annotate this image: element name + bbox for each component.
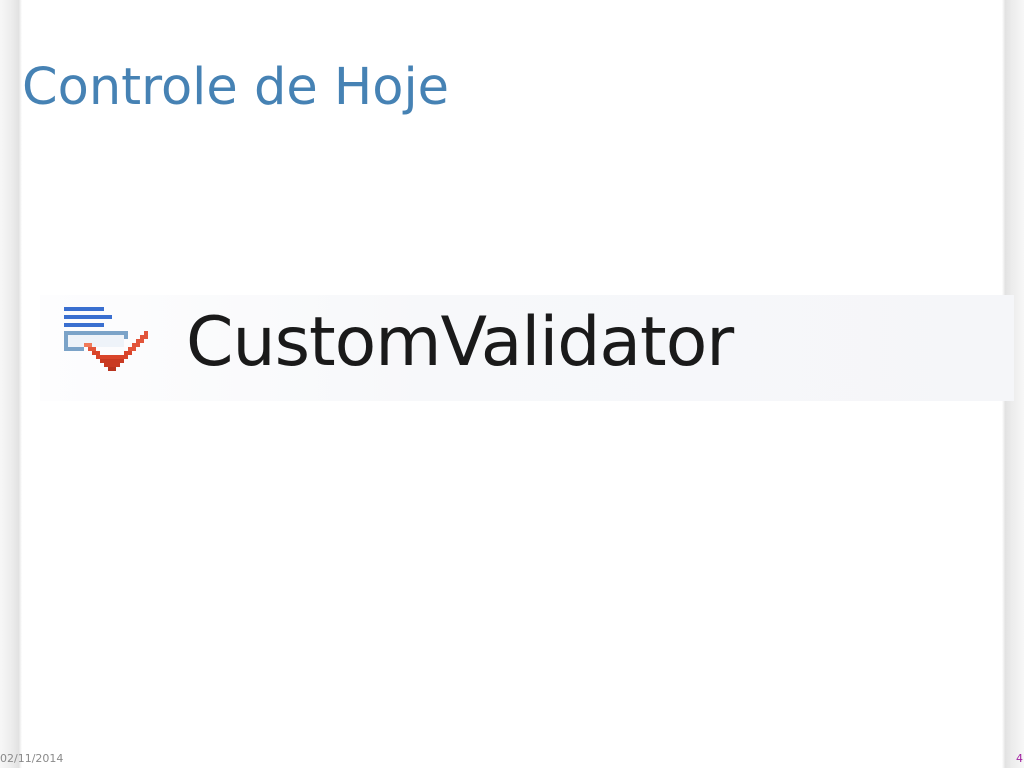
slide-title: Controle de Hoje: [22, 58, 450, 117]
left-edge-shadow: [0, 0, 22, 768]
custom-validator-icon: [64, 307, 148, 371]
toolbox-item-label: CustomValidator: [186, 303, 734, 382]
slide: Controle de Hoje CustomValidator: [22, 0, 1014, 768]
toolbox-item-custom-validator: CustomValidator: [40, 295, 1014, 401]
slide-canvas: Controle de Hoje CustomValidator 02/11/2…: [0, 0, 1024, 768]
slide-page-number: 4: [1016, 752, 1023, 765]
slide-date: 02/11/2014: [0, 752, 64, 765]
